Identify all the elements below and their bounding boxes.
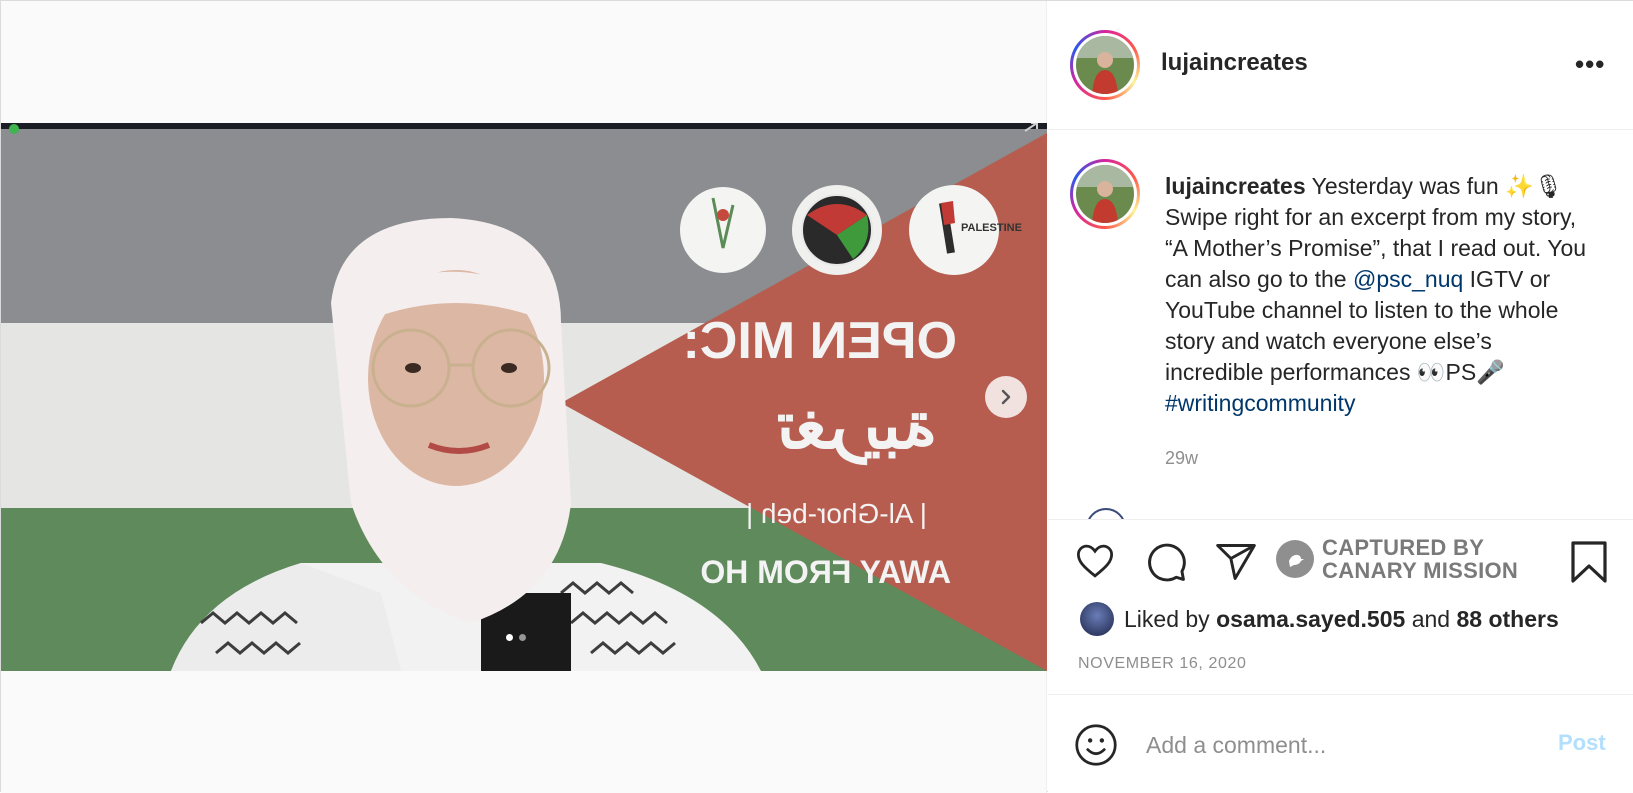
likes-middle: and	[1405, 605, 1457, 632]
post-actions: CAPTURED BY CANARY MISSION Liked by osam…	[1048, 519, 1633, 694]
next-slide-button[interactable]	[985, 376, 1027, 418]
comment-composer: Post	[1048, 694, 1633, 793]
author-avatar[interactable]	[1070, 30, 1140, 100]
comment-input[interactable]	[1146, 728, 1526, 762]
canary-mission-watermark: CAPTURED BY CANARY MISSION	[1276, 536, 1518, 582]
comments-section: lujaincreates Yesterday was fun ✨🎙 Swipe…	[1048, 131, 1633, 519]
likes-prefix: Liked by	[1124, 605, 1217, 632]
heart-icon[interactable]	[1074, 540, 1116, 582]
likes-others-link[interactable]: 88 others	[1456, 606, 1558, 632]
logo-circle-middle	[792, 185, 882, 275]
post-sidebar: lujaincreates ••• lujaincreates Yesterda…	[1048, 1, 1633, 793]
carousel-dot	[519, 634, 526, 641]
more-icon[interactable]: •••	[1575, 51, 1605, 77]
chevron-right-icon	[1001, 389, 1011, 405]
canary-mission-logo	[1276, 540, 1314, 578]
likes-summary: Liked by osama.sayed.505 and 88 others	[1080, 602, 1559, 636]
image-text-transliteration: | Al-Ghor-beh |	[746, 498, 927, 529]
image-text-away: AWAY FROM HO	[700, 554, 951, 590]
carousel-dot-active	[506, 634, 513, 641]
svg-text:PALESTINE: PALESTINE	[961, 222, 1022, 234]
caption-hashtag-link[interactable]: #writingcommunity	[1165, 390, 1355, 416]
next-comment-avatar	[1086, 508, 1126, 519]
post-comment-button[interactable]: Post	[1558, 730, 1606, 756]
liker-avatar[interactable]	[1080, 602, 1114, 636]
caption-username[interactable]: lujaincreates	[1165, 173, 1306, 199]
caption-time-ago[interactable]: 29w	[1165, 448, 1198, 469]
image-text-open-mic: OPEN MIC:	[683, 312, 957, 370]
share-icon[interactable]	[1214, 540, 1258, 584]
media-column: PALESTINE OPEN MIC: تغريبة | Al-Ghor-beh…	[1, 1, 1047, 793]
post-header: lujaincreates •••	[1048, 1, 1633, 130]
bookmark-icon[interactable]	[1568, 540, 1610, 584]
watermark-line1: CAPTURED BY	[1322, 535, 1485, 560]
liker-username[interactable]: osama.sayed.505	[1216, 606, 1405, 632]
carousel-indicator	[506, 634, 526, 641]
post-modal: PALESTINE OPEN MIC: تغريبة | Al-Ghor-beh…	[0, 0, 1633, 793]
caption-avatar[interactable]	[1070, 159, 1140, 229]
author-username[interactable]: lujaincreates	[1161, 49, 1308, 77]
post-image[interactable]: PALESTINE OPEN MIC: تغريبة | Al-Ghor-beh…	[1, 123, 1047, 671]
caption-mention-link[interactable]: @psc_nuq	[1353, 266, 1463, 292]
emoji-icon[interactable]	[1074, 723, 1118, 767]
logo-circle-left	[680, 187, 766, 273]
watermark-line2: CANARY MISSION	[1322, 558, 1519, 583]
post-caption: lujaincreates Yesterday was fun ✨🎙 Swipe…	[1165, 171, 1595, 419]
image-text-arabic: تغريبة	[777, 388, 937, 466]
post-date[interactable]: NOVEMBER 16, 2020	[1078, 655, 1247, 673]
comment-icon[interactable]	[1144, 540, 1188, 584]
